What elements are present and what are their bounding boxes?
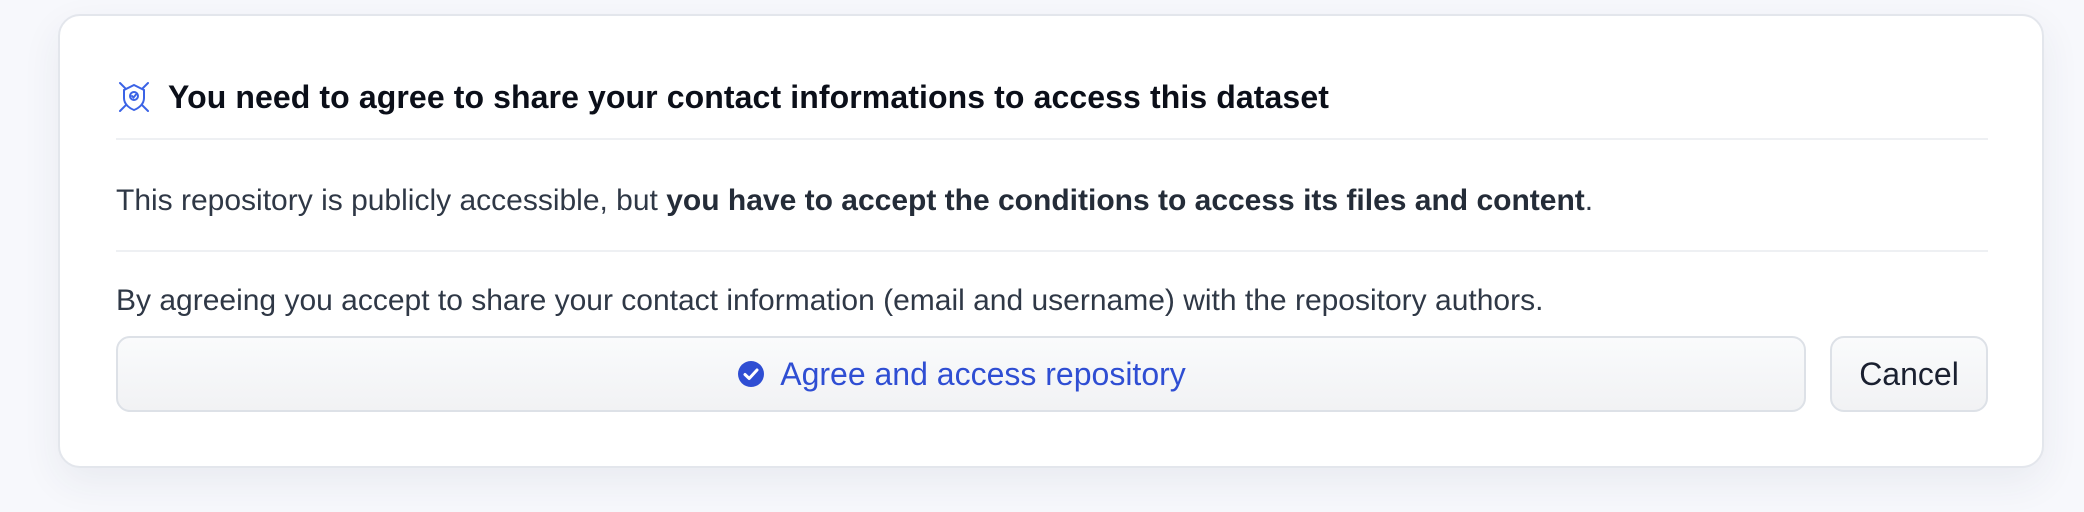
check-circle-icon (736, 359, 766, 389)
card-header: You need to agree to share your contact … (116, 70, 1988, 140)
agree-button-label: Agree and access repository (780, 355, 1186, 392)
gated-access-card: You need to agree to share your contact … (58, 14, 2044, 468)
agreement-text: By agreeing you accept to share your con… (116, 284, 1544, 317)
access-notice: This repository is publicly accessible, … (116, 154, 1988, 252)
gated-repo-icon (116, 79, 152, 115)
page: You need to agree to share your contact … (0, 0, 2084, 512)
access-notice-suffix: . (1584, 184, 1594, 217)
page-title: You need to agree to share your contact … (168, 78, 1329, 115)
access-notice-emphasis: you have to accept the conditions to acc… (666, 184, 1585, 217)
access-notice-prefix: This repository is publicly accessible, … (116, 184, 667, 217)
cancel-button[interactable]: Cancel (1830, 336, 1988, 412)
agree-button[interactable]: Agree and access repository (116, 336, 1806, 412)
